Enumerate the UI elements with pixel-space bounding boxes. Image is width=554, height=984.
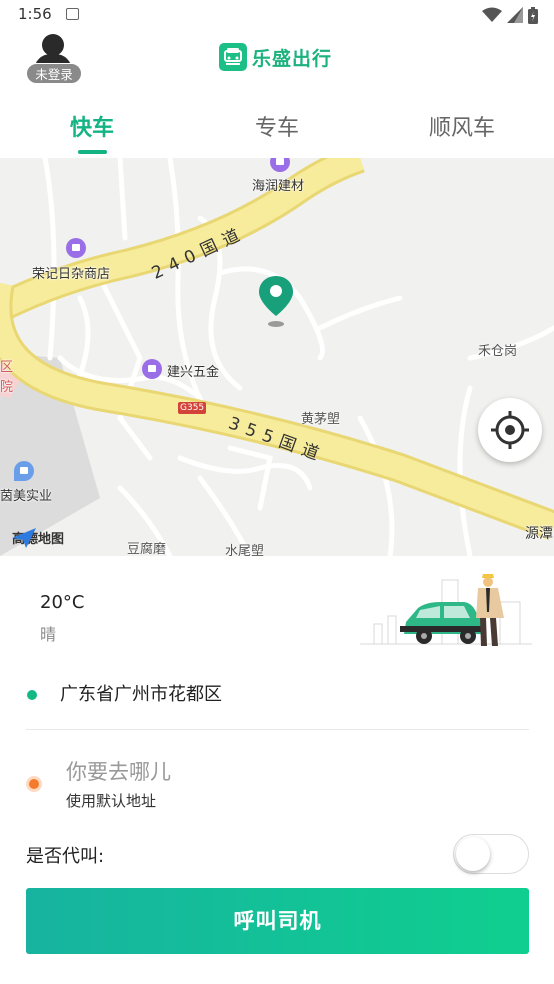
- login-status-badge: 未登录: [26, 63, 82, 84]
- map-label: 荣记日杂商店: [32, 267, 111, 282]
- map-view[interactable]: 海润建材 荣记日杂商店 建兴五金 黄茅塱 禾仓岗 茵美实业 豆腐磨 水尾塱 源潭…: [0, 158, 554, 556]
- car-logo-icon: [219, 43, 247, 71]
- crosshair-icon: [491, 411, 529, 449]
- call-driver-button[interactable]: 呼叫司机: [26, 888, 529, 954]
- toggle-knob: [456, 837, 490, 871]
- status-bar: 1:56: [0, 0, 554, 30]
- map-label: 建兴五金: [167, 365, 220, 380]
- header: 未登录 乐盛出行: [0, 30, 554, 92]
- map-roads: [0, 158, 554, 556]
- wifi-icon: [482, 7, 502, 22]
- map-label: 黄茅塱: [301, 412, 341, 427]
- tab-express[interactable]: 快车: [0, 110, 184, 142]
- map-provider-logo: 高德地图: [12, 528, 64, 548]
- map-label: 茵美实业: [0, 489, 53, 504]
- map-label: 区: [0, 360, 14, 375]
- map-label: 源潭: [525, 526, 553, 542]
- status-icons: [482, 6, 538, 24]
- map-label: 禾仓岗: [478, 344, 518, 359]
- avatar[interactable]: 未登录: [26, 34, 82, 84]
- map-label: 院: [0, 380, 14, 395]
- map-label: 水尾塱: [225, 544, 265, 556]
- origin-dot: [27, 690, 37, 700]
- active-tab-underline: [78, 150, 107, 154]
- amap-arrow-icon: [12, 528, 36, 548]
- proxy-call-label: 是否代叫:: [26, 846, 105, 867]
- divider: [26, 729, 529, 730]
- poi-icon: [66, 238, 86, 258]
- brand-name: 乐盛出行: [252, 47, 333, 70]
- use-default-address-link[interactable]: 使用默认地址: [66, 790, 156, 811]
- battery-icon: [528, 6, 538, 24]
- weather-temperature: 20°C: [40, 592, 85, 613]
- map-label: 豆腐磨: [127, 542, 167, 556]
- status-time: 1:56: [18, 5, 52, 23]
- signal-icon: [507, 7, 523, 23]
- poi-icon: [142, 359, 162, 379]
- proxy-call-toggle[interactable]: [453, 834, 529, 874]
- avatar-head: [42, 34, 64, 56]
- road-badge: G355: [178, 402, 207, 414]
- locate-button[interactable]: [478, 398, 542, 462]
- destination-input[interactable]: 你要去哪儿: [66, 756, 171, 786]
- tab-premium[interactable]: 专车: [185, 110, 369, 142]
- driver-car-illustration: [360, 572, 532, 650]
- notification-icon: [66, 8, 79, 20]
- map-label: 海润建材: [252, 179, 305, 194]
- location-pin-icon: [258, 276, 294, 328]
- brand: 乐盛出行: [219, 43, 332, 71]
- ride-type-tabs: 快车 专车 顺风车: [0, 100, 554, 158]
- tab-carpool[interactable]: 顺风车: [370, 110, 554, 142]
- origin-address[interactable]: 广东省广州市花都区: [60, 680, 222, 706]
- poi-icon: [14, 461, 34, 481]
- destination-dot: [26, 776, 42, 792]
- weather-condition: 晴: [40, 625, 57, 644]
